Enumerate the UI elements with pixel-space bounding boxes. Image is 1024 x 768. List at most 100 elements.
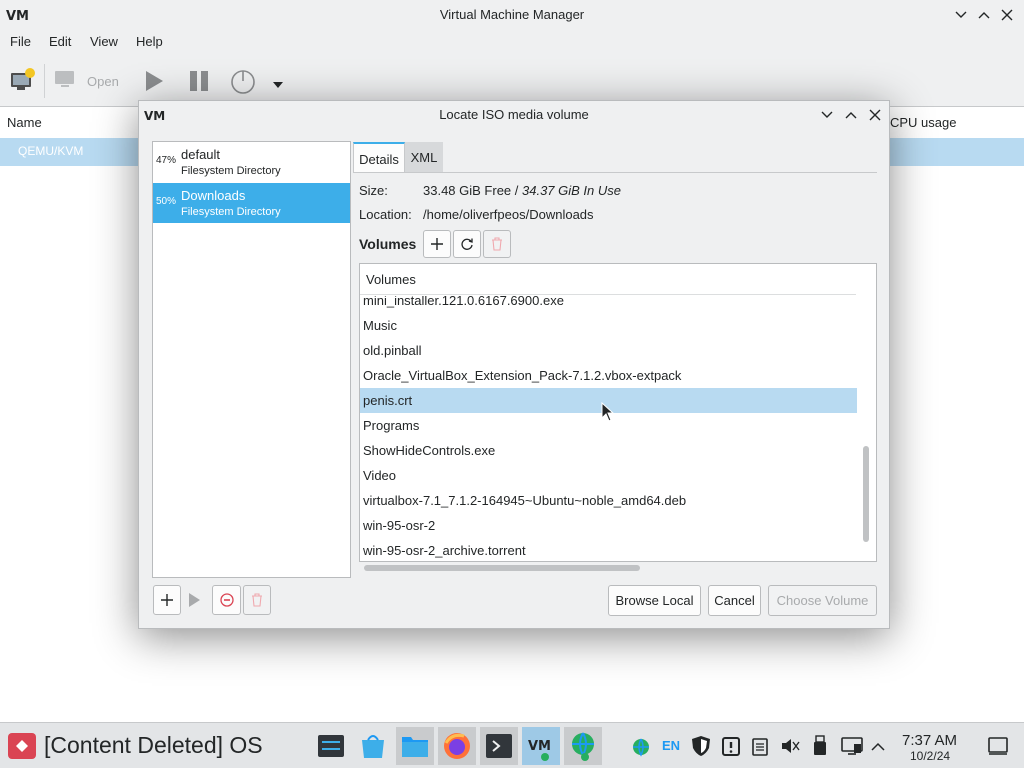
dialog-close-button[interactable] [864,101,886,129]
network-tray-icon[interactable] [631,737,651,760]
refresh-volumes-button[interactable] [453,230,481,258]
volumes-label: Volumes [359,236,417,252]
close-icon [1001,9,1013,21]
menu-bar: File Edit View Help [0,30,1024,54]
terminal-icon[interactable] [480,727,518,765]
vertical-scrollbar[interactable] [863,446,869,542]
add-volume-button[interactable] [423,230,451,258]
volume-row[interactable]: win-95-osr-2 [360,513,857,538]
vmm-logo-icon: VM [6,7,29,26]
connection-label: QEMU/KVM [18,144,84,158]
menu-view[interactable]: View [90,34,118,49]
discover-store-icon[interactable] [354,727,392,765]
volume-row[interactable]: Music [360,313,857,338]
size-free: 33.48 GiB Free / [423,183,522,198]
volumes-column-header[interactable]: Volumes [360,264,856,295]
shutdown-menu-button[interactable] [272,77,284,92]
pool-item-downloads[interactable]: 50% Downloads Filesystem Directory [153,183,350,223]
dialog-title: Locate ISO media volume [439,107,589,122]
network-globe-app-icon[interactable] [564,727,602,765]
system-settings-icon[interactable] [312,727,350,765]
volume-row[interactable]: virtualbox-7.1_7.1.2-164945~Ubuntu~noble… [360,488,857,513]
chevron-up-icon [978,12,990,19]
clipboard-icon[interactable] [751,736,769,759]
add-pool-button[interactable] [153,585,181,615]
size-used: 34.37 GiB In Use [522,183,621,198]
dropdown-arrow-icon [273,82,283,88]
volume-row[interactable]: mini_installer.121.0.6167.6900.exe [360,296,857,313]
clock-time[interactable]: 7:37 AM [902,732,957,749]
open-button[interactable]: Open [87,74,119,89]
menu-file[interactable]: File [10,34,31,49]
start-menu-icon[interactable] [8,733,36,759]
start-menu-label[interactable]: [Content Deleted] OS [44,732,263,759]
delete-volume-button[interactable] [483,230,511,258]
menu-help[interactable]: Help [136,34,163,49]
trash-icon [492,237,502,251]
cancel-button[interactable]: Cancel [708,585,761,616]
volumes-rows: mini_installer.121.0.6167.6900.exe Music… [360,296,859,558]
new-vm-icon [11,68,35,90]
tray-expand-icon[interactable] [871,740,885,755]
chevron-down-icon [955,11,967,18]
main-titlebar: Virtual Machine Manager [0,0,1024,30]
minimize-button[interactable] [950,0,972,30]
dialog-minimize-button[interactable] [816,101,838,129]
pause-button[interactable] [188,70,210,95]
pool-usage-percent: 50% [156,196,177,207]
mouse-cursor-icon [601,401,615,425]
pause-icon [190,71,208,91]
firefox-icon[interactable] [438,727,476,765]
tab-xml[interactable]: XML [405,142,443,173]
volume-muted-icon[interactable] [780,736,800,759]
stop-icon [219,593,234,607]
clock-date[interactable]: 10/2/24 [910,749,950,763]
volume-row[interactable]: Oracle_VirtualBox_Extension_Pack-7.1.2.v… [360,363,857,388]
volume-row[interactable]: ShowHideControls.exe [360,438,857,463]
file-manager-icon[interactable] [396,727,434,765]
usb-device-icon[interactable] [812,735,828,760]
browse-local-button[interactable]: Browse Local [608,585,701,616]
plus-icon [161,594,173,606]
stop-pool-button[interactable] [212,585,241,615]
volume-row[interactable]: old.pinball [360,338,857,363]
monitor-icon [53,68,77,90]
column-name[interactable]: Name [7,115,42,130]
start-pool-button[interactable] [187,592,201,611]
pool-type: Filesystem Directory [181,165,281,177]
tab-details[interactable]: Details [353,142,405,173]
play-icon [189,593,200,607]
keyboard-layout[interactable]: EN [662,738,680,753]
pool-name: Downloads [181,188,246,203]
horizontal-scrollbar[interactable] [364,565,640,571]
dialog-logo-icon: VM [144,107,166,126]
size-label: Size: [359,183,388,198]
new-vm-button[interactable] [8,67,38,95]
delete-pool-button[interactable] [243,585,271,615]
chevron-up-icon [845,112,857,119]
locate-iso-dialog: Locate ISO media volume VM 47% default F… [138,100,890,629]
volume-row[interactable]: win-95-osr-2_archive.torrent [360,538,857,558]
dialog-maximize-button[interactable] [840,101,862,129]
storage-pool-list: 47% default Filesystem Directory 50% Dow… [152,141,351,578]
close-button[interactable] [996,0,1018,30]
notifications-icon[interactable] [721,735,741,760]
run-button[interactable] [143,69,165,96]
virt-manager-taskbar-icon[interactable]: VM [522,727,560,765]
choose-volume-button[interactable]: Choose Volume [768,585,877,616]
maximize-button[interactable] [973,0,995,30]
chevron-down-icon [821,111,833,118]
dialog-titlebar: Locate ISO media volume [139,101,889,129]
pool-name: default [181,147,221,162]
volume-row[interactable]: Video [360,463,857,488]
security-shield-icon[interactable] [691,735,711,760]
column-cpu-usage[interactable]: CPU usage [890,115,956,130]
tab-divider [353,172,877,173]
menu-edit[interactable]: Edit [49,34,71,49]
show-desktop-icon[interactable] [988,737,1008,758]
shutdown-button[interactable] [230,68,258,99]
toolbar-separator [44,64,45,98]
display-settings-icon[interactable] [841,736,863,759]
main-window-title: Virtual Machine Manager [439,7,585,22]
pool-item-default[interactable]: 47% default Filesystem Directory [153,142,350,182]
